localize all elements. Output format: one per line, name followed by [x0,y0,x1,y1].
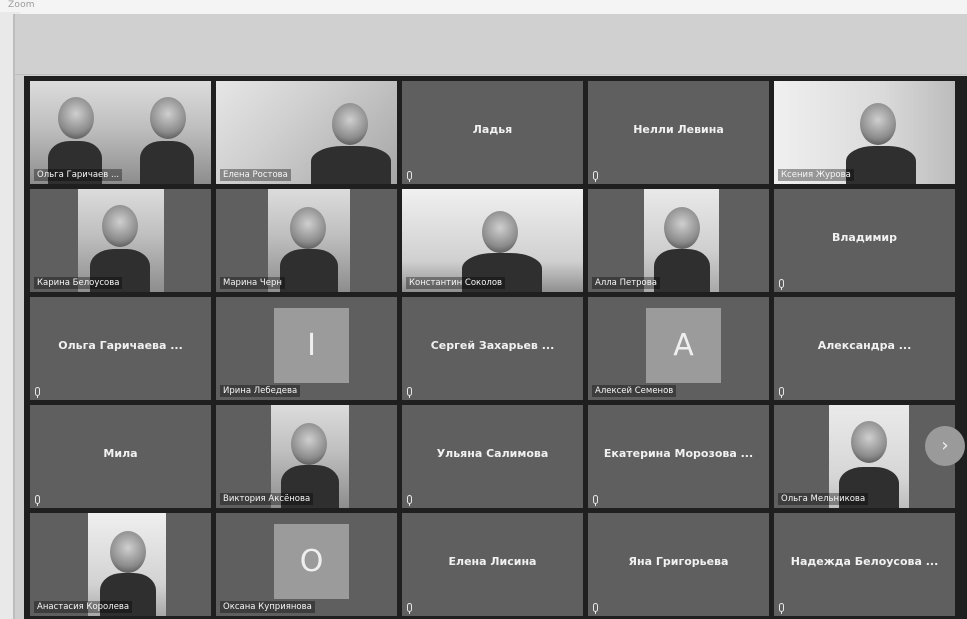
participant-tile[interactable]: Ладья [402,81,583,184]
participant-name: Ладья [472,123,513,136]
window-title: Zoom [8,0,35,10]
participant-tile[interactable]: Ксения Журова [774,81,955,184]
participant-name: Нелли Левина [633,123,724,136]
participant-tile[interactable]: Владимир [774,189,955,292]
participant-tile[interactable]: Ольга Гаричаева ... [30,297,211,400]
mic-icon [593,495,598,506]
participant-tile[interactable]: Елена Лисина [402,513,583,616]
meeting-window: Ольга Гаричаев ... Елена Ростова Ладья Н… [13,14,967,619]
avatar: O [274,524,349,599]
avatar: I [274,308,349,383]
participant-name-label: Ирина Лебедева [220,385,301,397]
participant-name: Надежда Белоусова ... [790,555,939,568]
meeting-top-bar [15,14,967,75]
participant-tile[interactable]: Яна Григорьева [588,513,769,616]
participant-tile[interactable]: Марина Черн [216,189,397,292]
mic-icon [35,387,40,398]
participant-tile[interactable]: A Алексей Семенов [588,297,769,400]
participant-name-label: Карина Белоусова [34,277,123,289]
participant-tile[interactable]: Ольга Гаричаев ... [30,81,211,184]
participant-name-label: Ольга Мельникова [778,493,869,505]
mic-icon [779,279,784,290]
participant-tile[interactable]: Алла Петрова [588,189,769,292]
mic-icon [779,387,784,398]
participant-name-label: Ксения Журова [778,169,854,181]
participant-tile[interactable]: I Ирина Лебедева [216,297,397,400]
participant-name-label: Оксана Куприянова [220,601,315,613]
participant-tile[interactable]: Елена Ростова [216,81,397,184]
participant-tile[interactable]: Нелли Левина [588,81,769,184]
mic-icon [407,171,412,182]
participant-tile[interactable]: Сергей Захарьев ... [402,297,583,400]
mic-icon [35,495,40,506]
participant-name: Елена Лисина [448,555,537,568]
participant-tile[interactable]: Ульяна Салимова [402,405,583,508]
participant-name-label: Анастасия Королева [34,601,133,613]
participant-name-label: Виктория Аксёнова [220,493,314,505]
participant-name-label: Алла Петрова [592,277,660,289]
chevron-right-icon[interactable]: › [925,426,965,466]
participant-name: Сергей Захарьев ... [430,339,555,352]
mic-icon [593,603,598,614]
mic-icon [779,603,784,614]
participant-tile[interactable]: Карина Белоусова [30,189,211,292]
participant-name-label: Елена Ростова [220,169,291,181]
mic-icon [407,495,412,506]
participant-name: Мила [103,447,138,460]
participant-tile-active[interactable]: Константин Соколов [402,189,583,292]
avatar: A [646,308,721,383]
participant-name: Ольга Гаричаева ... [58,339,183,352]
participant-tile[interactable]: Анастасия Королева [30,513,211,616]
participant-tile[interactable]: Александра ... [774,297,955,400]
mic-icon [407,387,412,398]
participant-name: Александра ... [817,339,912,352]
participant-name-label: Ольга Гаричаев ... [34,169,123,181]
participant-name-label: Марина Черн [220,277,285,289]
participant-name-label: Константин Соколов [406,277,506,289]
participant-tile[interactable]: Надежда Белоусова ... [774,513,955,616]
participant-tile[interactable]: Мила [30,405,211,508]
participant-name: Яна Григорьева [628,555,729,568]
participant-name: Владимир [831,231,898,244]
participant-name: Ульяна Салимова [436,447,549,460]
mic-icon [407,603,412,614]
participant-tile[interactable]: Екатерина Морозова ... [588,405,769,508]
participant-tile[interactable]: Виктория Аксёнова [216,405,397,508]
participant-name-label: Алексей Семенов [592,385,677,397]
mic-icon [593,171,598,182]
participant-tile[interactable]: O Оксана Куприянова [216,513,397,616]
participants-grid: Ольга Гаричаев ... Елена Ростова Ладья Н… [24,76,967,619]
participant-name: Екатерина Морозова ... [603,447,754,460]
